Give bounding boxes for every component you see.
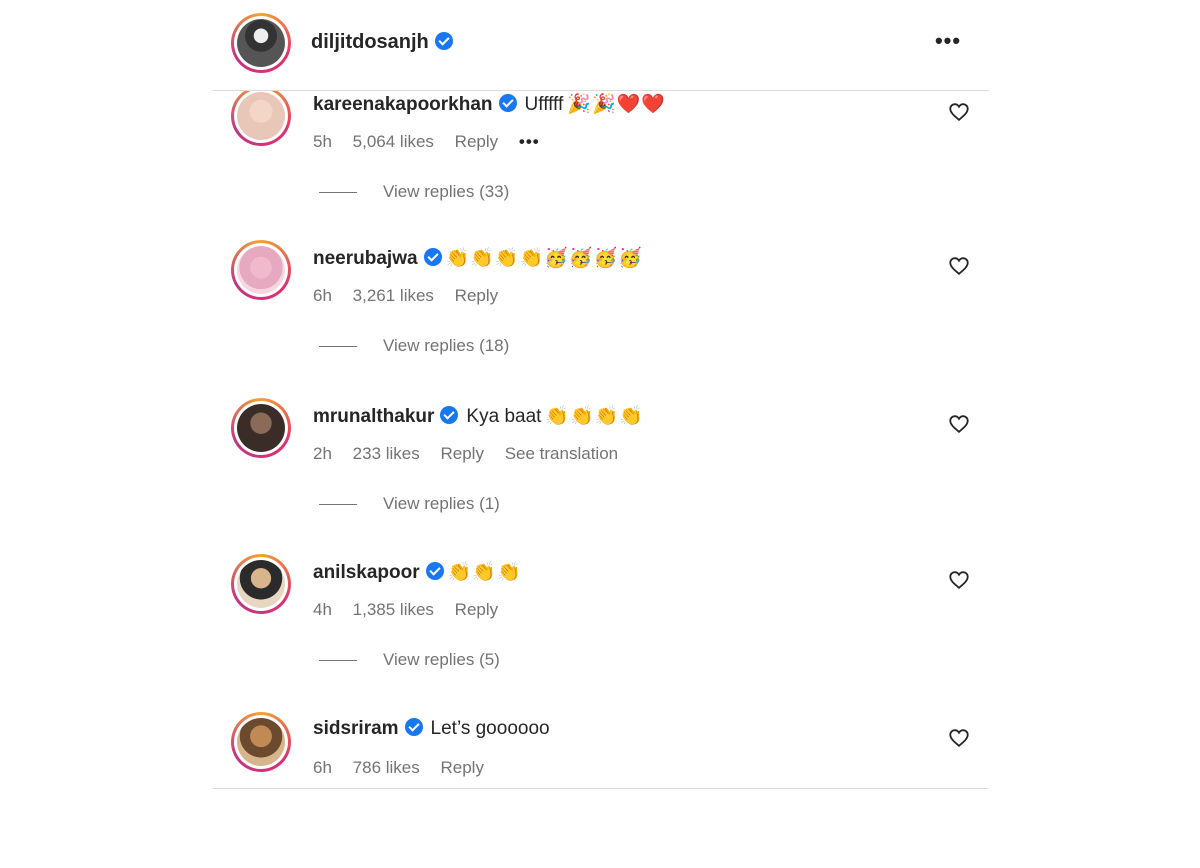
commenter-avatar[interactable] bbox=[231, 398, 291, 458]
commenter-avatar[interactable] bbox=[231, 86, 291, 146]
reply-button[interactable]: Reply bbox=[455, 132, 498, 151]
verified-badge-icon bbox=[404, 718, 423, 736]
replies-divider bbox=[319, 660, 357, 662]
replies-divider bbox=[319, 346, 357, 348]
comment-likes[interactable]: 1,385 likes bbox=[353, 600, 434, 619]
comment-time[interactable]: 4h bbox=[313, 600, 332, 619]
more-options-icon[interactable]: ••• bbox=[931, 28, 965, 56]
reply-button[interactable]: Reply bbox=[455, 600, 498, 619]
comment-username[interactable]: kareenakapoorkhan Ufffff 🎉🎉❤️❤️ bbox=[313, 92, 666, 116]
comment-username-text[interactable]: kareenakapoorkhan bbox=[313, 94, 493, 115]
view-replies-text[interactable]: View replies (5) bbox=[383, 650, 500, 669]
panel-bottom-divider bbox=[213, 788, 989, 789]
verified-badge-icon bbox=[425, 562, 444, 580]
reply-button[interactable]: Reply bbox=[441, 758, 484, 777]
comment-meta: 4h 1,385 likes Reply bbox=[313, 600, 514, 620]
comment-likes[interactable]: 233 likes bbox=[353, 444, 420, 463]
view-replies-button[interactable]: View replies (5) bbox=[319, 650, 500, 670]
comment-item: neerubajwa 👏👏👏👏🥳🥳🥳🥳 6h 3,261 likes Reply … bbox=[213, 240, 989, 396]
comment-username[interactable]: neerubajwa 👏👏👏👏🥳🥳🥳🥳 bbox=[313, 246, 643, 270]
view-replies-text[interactable]: View replies (1) bbox=[383, 494, 500, 513]
author-username-text[interactable]: diljitdosanjh bbox=[311, 31, 429, 53]
comment-time[interactable]: 2h bbox=[313, 444, 332, 463]
comment-item: sidsriram Let’s goooooo 6h 786 likes Repl… bbox=[213, 712, 989, 868]
comment-emojis: 🎉🎉❤️❤️ bbox=[567, 94, 666, 115]
comment-username-text[interactable]: anilskapoor bbox=[313, 562, 420, 583]
comment-text: Let’s goooooo bbox=[430, 718, 550, 739]
author-username[interactable]: diljitdosanjh bbox=[311, 31, 453, 54]
comment-options-icon[interactable]: ••• bbox=[519, 132, 540, 151]
comment-likes[interactable]: 5,064 likes bbox=[353, 132, 434, 151]
comment-text: Kya baat bbox=[466, 406, 542, 427]
like-heart-icon[interactable] bbox=[948, 413, 970, 435]
comment-text: Ufffff bbox=[524, 94, 564, 115]
like-heart-icon[interactable] bbox=[948, 101, 970, 123]
like-heart-icon[interactable] bbox=[948, 569, 970, 591]
comment-emojis: 👏👏👏👏🥳🥳🥳🥳 bbox=[445, 248, 643, 269]
post-header: diljitdosanjh ••• bbox=[213, 0, 989, 91]
see-translation-link[interactable]: See translation bbox=[505, 444, 618, 463]
view-replies-text[interactable]: View replies (18) bbox=[383, 336, 509, 355]
commenter-avatar[interactable] bbox=[231, 554, 291, 614]
comment-item: mrunalthakur Kya baat 👏👏👏👏 2h 233 likes Re… bbox=[213, 398, 989, 554]
comment-time[interactable]: 6h bbox=[313, 758, 332, 777]
comments-panel: diljitdosanjh ••• kareenakapoorkhan Uffff… bbox=[213, 0, 989, 800]
like-heart-icon[interactable] bbox=[948, 255, 970, 277]
comment-time[interactable]: 5h bbox=[313, 132, 332, 151]
view-replies-text[interactable]: View replies (33) bbox=[383, 182, 509, 201]
comment-likes[interactable]: 3,261 likes bbox=[353, 286, 434, 305]
comment-username[interactable]: sidsriram Let’s goooooo bbox=[313, 718, 550, 740]
comment-username-text[interactable]: mrunalthakur bbox=[313, 406, 434, 427]
reply-button[interactable]: Reply bbox=[441, 444, 484, 463]
comment-meta: 2h 233 likes Reply See translation bbox=[313, 444, 634, 464]
comment-emojis: 👏👏👏 bbox=[447, 562, 522, 583]
verified-badge-icon bbox=[434, 32, 453, 50]
view-replies-button[interactable]: View replies (1) bbox=[319, 494, 500, 514]
comment-username[interactable]: anilskapoor 👏👏👏 bbox=[313, 560, 522, 584]
reply-button[interactable]: Reply bbox=[455, 286, 498, 305]
comment-username[interactable]: mrunalthakur Kya baat 👏👏👏👏 bbox=[313, 404, 644, 428]
comment-meta: 6h 786 likes Reply bbox=[313, 758, 500, 778]
comment-emojis: 👏👏👏👏 bbox=[545, 406, 645, 427]
comment-username-text[interactable]: sidsriram bbox=[313, 718, 399, 739]
comment-time[interactable]: 6h bbox=[313, 286, 332, 305]
verified-badge-icon bbox=[423, 248, 442, 266]
view-replies-button[interactable]: View replies (33) bbox=[319, 182, 509, 202]
comment-likes[interactable]: 786 likes bbox=[353, 758, 420, 777]
author-avatar[interactable] bbox=[231, 13, 291, 73]
comment-meta: 5h 5,064 likes Reply ••• bbox=[313, 132, 556, 152]
view-replies-button[interactable]: View replies (18) bbox=[319, 336, 509, 356]
commenter-avatar[interactable] bbox=[231, 240, 291, 300]
verified-badge-icon bbox=[440, 406, 459, 424]
commenter-avatar[interactable] bbox=[231, 712, 291, 772]
replies-divider bbox=[319, 192, 357, 194]
comment-item: anilskapoor 👏👏👏 4h 1,385 likes Reply View… bbox=[213, 554, 989, 710]
like-heart-icon[interactable] bbox=[948, 727, 970, 749]
comment-item: kareenakapoorkhan Ufffff 🎉🎉❤️❤️ 5h 5,064 l… bbox=[213, 86, 989, 242]
verified-badge-icon bbox=[498, 94, 517, 112]
comment-username-text[interactable]: neerubajwa bbox=[313, 248, 418, 269]
replies-divider bbox=[319, 504, 357, 506]
comment-meta: 6h 3,261 likes Reply bbox=[313, 286, 514, 306]
